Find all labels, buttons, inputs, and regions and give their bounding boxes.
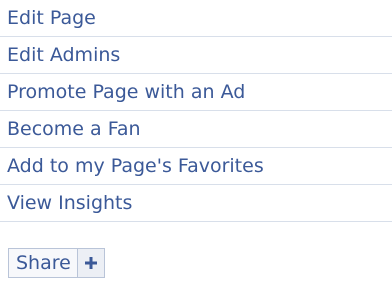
- share-plus-button[interactable]: [77, 249, 104, 277]
- menu-item-label[interactable]: Edit Admins: [7, 45, 120, 65]
- menu-item-label[interactable]: Promote Page with an Ad: [7, 82, 245, 102]
- share-widget: Share: [8, 248, 105, 278]
- menu-item-become-fan[interactable]: Become a Fan: [0, 111, 392, 148]
- menu-item-edit-page[interactable]: Edit Page: [0, 0, 392, 37]
- menu-item-edit-admins[interactable]: Edit Admins: [0, 37, 392, 74]
- menu-item-label[interactable]: View Insights: [7, 193, 132, 213]
- share-button[interactable]: Share: [9, 249, 78, 277]
- menu-item-promote-page[interactable]: Promote Page with an Ad: [0, 74, 392, 111]
- menu-item-label[interactable]: Edit Page: [7, 8, 96, 28]
- page-actions-menu: Edit Page Edit Admins Promote Page with …: [0, 0, 392, 222]
- menu-item-add-favorites[interactable]: Add to my Page's Favorites: [0, 148, 392, 185]
- menu-item-view-insights[interactable]: View Insights: [0, 185, 392, 222]
- menu-item-label[interactable]: Add to my Page's Favorites: [7, 156, 264, 176]
- menu-item-label[interactable]: Become a Fan: [7, 119, 141, 139]
- plus-icon: [84, 256, 98, 270]
